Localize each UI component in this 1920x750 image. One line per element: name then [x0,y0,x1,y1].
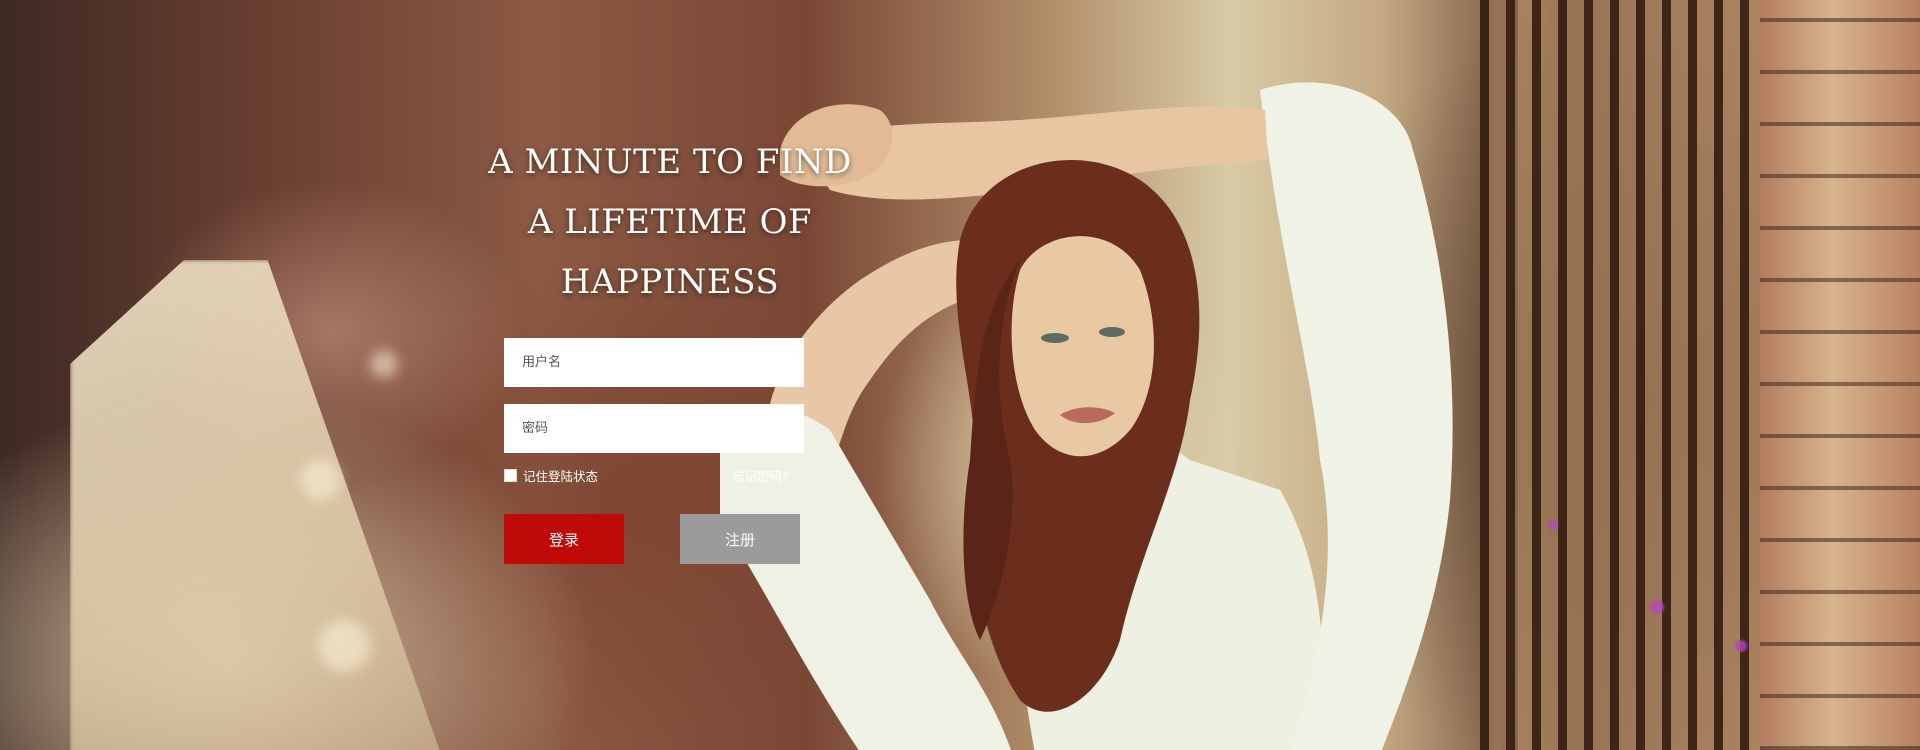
slogan-line-2: A LIFETIME OF HAPPINESS [527,202,813,302]
flower [1548,520,1558,530]
face-shape [1011,236,1154,457]
slogan-line-1: A MINUTE TO FIND [488,142,852,182]
remember-me-label: 记住登陆状态 [523,469,599,484]
right-eye-shape [1099,327,1125,337]
remember-me[interactable]: 记住登陆状态 [504,466,598,485]
login-options-row: 记住登陆状态 忘记密码? [504,464,804,490]
remember-me-checkbox[interactable] [504,469,517,482]
background-wall-highlight [70,260,450,750]
bokeh-light [300,460,340,500]
brick-wall [1760,0,1920,750]
bokeh-light [318,620,370,672]
password-input[interactable] [504,404,804,453]
forgot-password-link[interactable]: 忘记密码? [732,466,789,485]
bokeh-light [370,350,398,378]
button-row: 登录 注册 [504,514,804,564]
hero-background: A MINUTE TO FIND A LIFETIME OF HAPPINESS… [0,0,1920,750]
left-eye-shape [1041,333,1069,343]
iron-gate [1480,0,1760,750]
username-input[interactable] [504,338,804,387]
login-button[interactable]: 登录 [504,514,624,564]
register-button[interactable]: 注册 [680,514,800,564]
flower [1735,640,1747,652]
flower [1650,600,1664,614]
slogan: A MINUTE TO FIND A LIFETIME OF HAPPINESS [440,132,900,312]
login-panel: A MINUTE TO FIND A LIFETIME OF HAPPINESS… [440,132,900,564]
